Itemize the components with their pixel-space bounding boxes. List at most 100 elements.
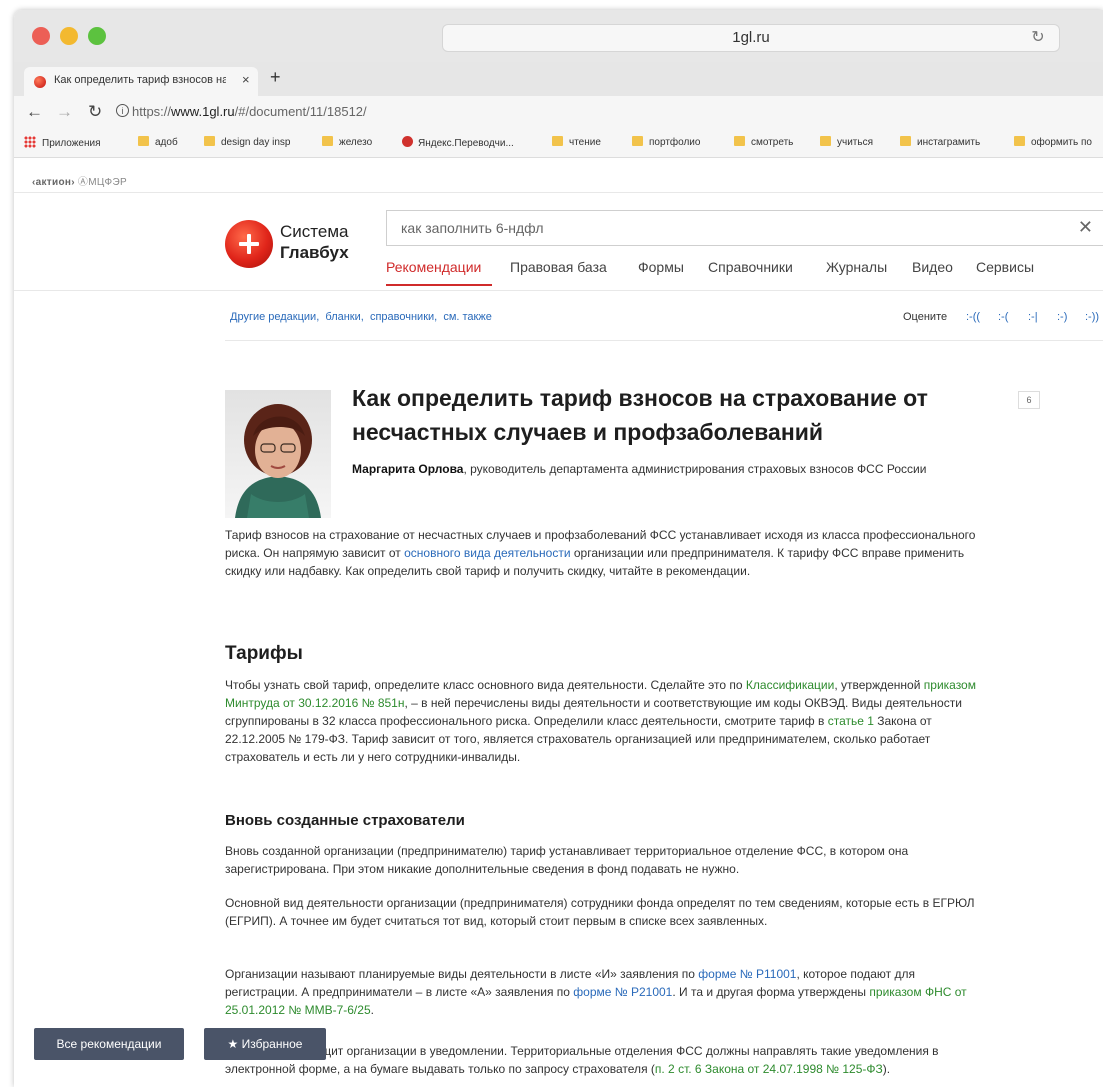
back-arrow-icon[interactable]: ← [26,102,43,122]
new-insurers-p1: Вновь созданной организации (предпринима… [225,844,909,876]
nav-video[interactable]: Видео [912,259,953,275]
divider [225,340,1103,341]
tariffs-paragraph: Чтобы узнать свой тариф, определите клас… [225,676,985,766]
nav-services[interactable]: Сервисы [976,259,1034,275]
link-article-1[interactable]: статье 1 [828,714,874,728]
folder-icon [138,136,149,146]
bookmark-item[interactable]: Яндекс.Переводчи... [402,136,514,149]
article-intro: Тариф взносов на страхование от несчастн… [225,526,985,580]
section-heading-new-insurers: Вновь созданные страхователи [225,812,465,829]
nav-bar: ← → ↻ i https://www.1gl.ru/#/document/11… [14,96,1103,130]
yandex-icon [402,136,413,147]
bookmark-item[interactable]: design day insp [204,136,291,148]
folder-icon [820,136,831,146]
folder-icon [734,136,745,146]
window-title: 1gl.ru [732,29,770,46]
folder-icon [900,136,911,146]
bookmark-label: оформить по [1031,137,1092,148]
bookmark-item[interactable]: учиться [820,136,873,148]
folder-icon [322,136,333,146]
bookmark-item[interactable]: чтение [552,136,601,148]
rate-very-bad[interactable]: :-(( [966,311,980,323]
close-window-button[interactable] [32,27,50,45]
link-other-editions[interactable]: Другие редакции, [230,311,319,323]
browser-window: 1gl.ru ↻ Как определить тариф взносов на… [14,10,1103,1087]
zoom-window-button[interactable] [88,27,106,45]
bookmark-item[interactable]: инстаграмить [900,136,980,148]
bookmark-label: инстаграмить [917,137,981,148]
link-form-r21001[interactable]: форме № Р21001 [573,985,672,999]
minimize-window-button[interactable] [60,27,78,45]
aktion-logo[interactable]: ‹актион› ⒶМЦФЭР [32,173,127,188]
reload-icon[interactable]: ↻ [1027,25,1049,51]
nav-recommendations[interactable]: Рекомендации [386,259,481,275]
link-law-125fz[interactable]: п. 2 ст. 6 Закона от 24.07.1998 № 125-ФЗ [655,1062,883,1076]
brand-line2: Главбух [280,243,349,262]
search-input[interactable] [399,219,1003,237]
address-bar[interactable]: https://www.1gl.ru/#/document/11/18512/ [132,104,367,119]
browser-tab[interactable]: Как определить тариф взносов на страхова… [24,67,258,96]
mcfer-label: МЦФЭР [88,177,127,188]
section-heading-tariffs: Тарифы [225,643,303,664]
new-insurers-p2: Основной вид деятельности организации (п… [225,896,975,928]
link-form-r11001[interactable]: форме № Р11001 [698,967,796,981]
bookmark-item[interactable]: оформить по [1014,136,1092,148]
rate-neutral[interactable]: :-| [1028,311,1038,323]
apps-grid-icon [24,136,36,148]
rate-very-good[interactable]: :-)) [1085,311,1099,323]
tab-title: Как определить тариф взносов на страхова… [54,74,226,86]
bookmarks-bar: Приложения адоб design day insp железо Я… [14,130,1103,158]
text: , утвержденной [834,678,924,692]
text: . И та и другая форма утверждены [672,985,870,999]
nav-forms[interactable]: Формы [638,259,684,275]
text: . [370,1003,374,1017]
tab-close-icon[interactable]: × [242,72,250,87]
aktion-label: ‹актион› [32,177,75,188]
title-bar: 1gl.ru ↻ [14,10,1103,62]
rate-bad[interactable]: :-( [998,311,1008,323]
refresh-icon[interactable]: ↻ [88,102,102,122]
active-nav-indicator [386,284,492,286]
folder-icon [552,136,563,146]
text: ). [882,1062,891,1076]
bookmark-label: адоб [155,137,178,148]
bookmark-label: железо [339,137,373,148]
nav-journals[interactable]: Журналы [826,259,887,275]
star-icon: ★ [227,1037,239,1051]
new-tab-button[interactable]: + [270,67,281,88]
search-box: ✕ [386,210,1103,246]
nav-legal-base[interactable]: Правовая база [510,259,607,275]
link-main-activity[interactable]: основного вида деятельности [404,546,570,560]
favorites-button[interactable]: ★ Избранное [204,1028,326,1060]
bookmark-item[interactable]: адоб [138,136,178,148]
url-path: /#/document/11/18512/ [234,104,367,119]
window-url-pill[interactable]: 1gl.ru ↻ [442,24,1060,52]
bookmark-item[interactable]: железо [322,136,372,148]
bookmark-label: Приложения [42,138,101,149]
forward-arrow-icon[interactable]: → [56,102,73,122]
info-icon[interactable]: i [116,104,129,117]
link-see-also[interactable]: см. также [443,311,492,323]
bookmark-apps[interactable]: Приложения [24,136,101,149]
counter-badge[interactable]: 6 [1018,391,1040,409]
new-insurers-p3: Организации называют планируемые виды де… [225,965,985,1019]
text: Чтобы узнать свой тариф, определите клас… [225,678,746,692]
link-forms[interactable]: бланки, [325,311,363,323]
bookmark-item[interactable]: смотреть [734,136,793,148]
bookmark-label: design day insp [221,137,291,148]
author-name: Маргарита Орлова [352,462,464,476]
folder-icon [1014,136,1025,146]
bookmark-label: Яндекс.Переводчи... [418,138,514,149]
bookmark-item[interactable]: портфолио [632,136,700,148]
article-title: Как определить тариф взносов на страхова… [352,385,928,445]
new-insurers-p4: Тариф ФСС сообщит организации в уведомле… [225,1042,985,1078]
all-recommendations-button[interactable]: Все рекомендации [34,1028,184,1060]
bookmark-label: учиться [837,137,874,148]
nav-reference[interactable]: Справочники [708,259,793,275]
divider [14,192,1103,193]
glavbukh-logo-icon[interactable] [225,220,273,268]
rate-good[interactable]: :-) [1057,311,1067,323]
link-classification[interactable]: Классификации [746,678,834,692]
clear-search-icon[interactable]: ✕ [1078,217,1093,238]
link-reference[interactable]: справочники, [370,311,437,323]
